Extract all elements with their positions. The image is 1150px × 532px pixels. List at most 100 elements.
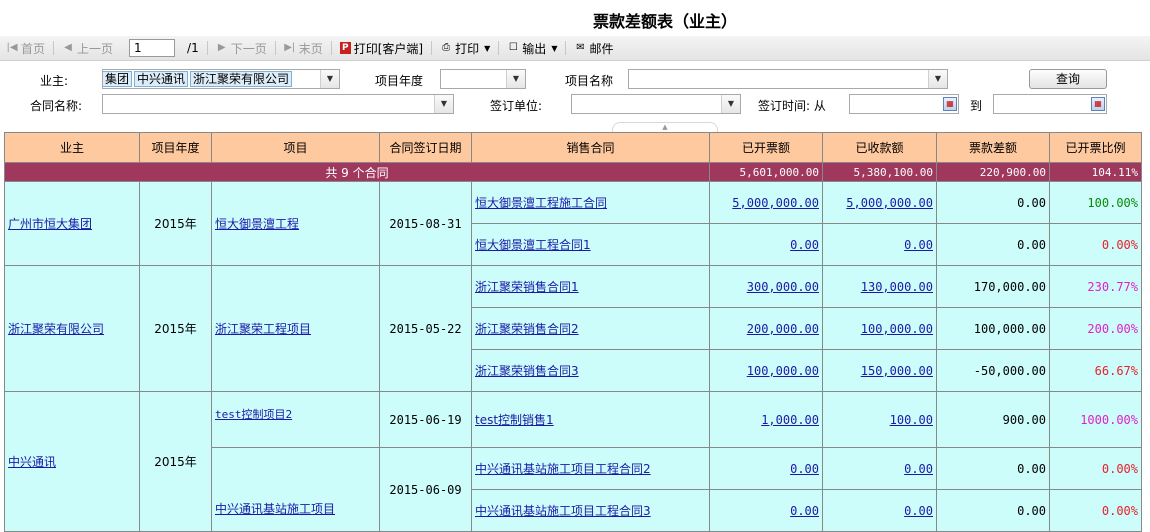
- calendar-icon[interactable]: ▦: [943, 97, 957, 111]
- received-cell[interactable]: 100.00: [822, 391, 937, 448]
- received-cell[interactable]: 100,000.00: [822, 307, 937, 350]
- contract-link[interactable]: 中兴通讯基站施工项目工程合同3: [475, 504, 651, 518]
- contract-link[interactable]: 浙江聚荣销售合同2: [475, 322, 579, 336]
- received-cell[interactable]: 150,000.00: [822, 349, 937, 392]
- invoiced-link[interactable]: 300,000.00: [747, 280, 819, 294]
- owner-tag[interactable]: 浙江聚荣有限公司: [190, 71, 293, 87]
- contract-name-select[interactable]: ▼: [102, 94, 454, 114]
- chevron-down-icon[interactable]: ▼: [434, 95, 453, 113]
- project-link[interactable]: test控制项目2: [215, 408, 292, 421]
- invoiced-cell[interactable]: 100,000.00: [709, 349, 823, 392]
- contract-cell[interactable]: 恒大御景澶工程施工合同: [471, 181, 710, 224]
- contract-link[interactable]: 恒大御景澶工程施工合同: [475, 196, 607, 210]
- received-link[interactable]: 130,000.00: [861, 280, 933, 294]
- received-link[interactable]: 5,000,000.00: [846, 196, 933, 210]
- owner-link[interactable]: 浙江聚荣有限公司: [8, 322, 104, 336]
- invoiced-link[interactable]: 1,000.00: [761, 413, 819, 427]
- column-header[interactable]: 已收款额: [822, 132, 937, 163]
- received-cell[interactable]: 5,000,000.00: [822, 181, 937, 224]
- date-from-input[interactable]: ▦: [849, 94, 959, 114]
- signing-unit-select[interactable]: ▼: [571, 94, 741, 114]
- owner-link[interactable]: 广州市恒大集团: [8, 217, 92, 231]
- owner-cell[interactable]: 浙江聚荣有限公司: [4, 265, 140, 392]
- owner-link[interactable]: 中兴通讯: [8, 455, 56, 469]
- prev-page-button[interactable]: ◀ 上一页: [56, 40, 119, 57]
- contract-link[interactable]: 浙江聚荣销售合同3: [475, 364, 579, 378]
- print-client-button[interactable]: P 打印[客户端]: [334, 40, 429, 57]
- invoiced-link[interactable]: 0.00: [790, 238, 819, 252]
- project-cell[interactable]: 恒大御景澶工程: [211, 181, 380, 266]
- contract-cell[interactable]: 中兴通讯基站施工项目工程合同2: [471, 447, 710, 490]
- contract-cell[interactable]: 恒大御景澶工程合同1: [471, 223, 710, 266]
- contract-cell[interactable]: 浙江聚荣销售合同3: [471, 349, 710, 392]
- last-page-icon: ▶|: [284, 42, 296, 53]
- invoiced-cell[interactable]: 5,000,000.00: [709, 181, 823, 224]
- invoiced-link[interactable]: 200,000.00: [747, 322, 819, 336]
- owner-cell[interactable]: 中兴通讯: [4, 391, 140, 532]
- first-page-button[interactable]: |◀ 首页: [0, 40, 51, 57]
- received-link[interactable]: 0.00: [904, 504, 933, 518]
- invoiced-link[interactable]: 0.00: [790, 504, 819, 518]
- project-link[interactable]: 恒大御景澶工程: [215, 217, 299, 231]
- chevron-down-icon[interactable]: ▼: [721, 95, 740, 113]
- invoiced-cell[interactable]: 0.00: [709, 447, 823, 490]
- column-header[interactable]: 已开票比例: [1049, 132, 1142, 163]
- received-cell[interactable]: 0.00: [822, 447, 937, 490]
- project-cell[interactable]: 中兴通讯基站施工项目: [211, 447, 380, 532]
- print-button[interactable]: ⎙ 打印 ▼: [434, 40, 496, 57]
- collapse-filter-toggle[interactable]: ▲: [612, 122, 718, 132]
- owner-tag[interactable]: 中兴通讯: [134, 71, 189, 87]
- contract-link[interactable]: 浙江聚荣销售合同1: [475, 280, 579, 294]
- contract-cell[interactable]: test控制销售1: [471, 391, 710, 448]
- project-name-select[interactable]: ▼: [628, 69, 948, 89]
- invoiced-cell[interactable]: 300,000.00: [709, 265, 823, 308]
- invoiced-link[interactable]: 0.00: [790, 462, 819, 476]
- chevron-down-icon[interactable]: ▼: [928, 70, 947, 88]
- invoiced-link[interactable]: 5,000,000.00: [732, 196, 819, 210]
- invoiced-link[interactable]: 100,000.00: [747, 364, 819, 378]
- invoiced-cell[interactable]: 0.00: [709, 223, 823, 266]
- column-header[interactable]: 合同签订日期: [379, 132, 472, 163]
- received-link[interactable]: 100,000.00: [861, 322, 933, 336]
- column-header[interactable]: 票款差额: [936, 132, 1050, 163]
- project-cell[interactable]: 浙江聚荣工程项目: [211, 265, 380, 392]
- column-header[interactable]: 销售合同: [471, 132, 710, 163]
- contract-link[interactable]: 中兴通讯基站施工项目工程合同2: [475, 462, 651, 476]
- contract-cell[interactable]: 中兴通讯基站施工项目工程合同3: [471, 489, 710, 532]
- mail-button[interactable]: ✉ 邮件: [568, 40, 619, 57]
- received-link[interactable]: 0.00: [904, 238, 933, 252]
- contract-link[interactable]: test控制销售1: [475, 413, 554, 427]
- column-header[interactable]: 业主: [4, 132, 140, 163]
- query-button[interactable]: 查询: [1029, 69, 1107, 89]
- received-link[interactable]: 0.00: [904, 462, 933, 476]
- owner-cell[interactable]: 广州市恒大集团: [4, 181, 140, 266]
- owner-select[interactable]: 集团 中兴通讯 浙江聚荣有限公司 ▼: [102, 69, 340, 89]
- page-number-input[interactable]: [129, 39, 176, 57]
- invoiced-cell[interactable]: 0.00: [709, 489, 823, 532]
- invoiced-cell[interactable]: 200,000.00: [709, 307, 823, 350]
- column-header[interactable]: 项目年度: [139, 132, 212, 163]
- invoiced-cell[interactable]: 1,000.00: [709, 391, 823, 448]
- owner-tag[interactable]: 集团: [103, 71, 133, 87]
- received-cell[interactable]: 0.00: [822, 223, 937, 266]
- calendar-icon[interactable]: ▦: [1091, 97, 1105, 111]
- date-to-input[interactable]: ▦: [993, 94, 1107, 114]
- project-cell[interactable]: test控制项目2: [211, 391, 380, 448]
- export-button[interactable]: ☐ 输出 ▼: [501, 40, 563, 57]
- project-link[interactable]: 中兴通讯基站施工项目: [215, 502, 335, 516]
- received-link[interactable]: 150,000.00: [861, 364, 933, 378]
- received-cell[interactable]: 130,000.00: [822, 265, 937, 308]
- column-header[interactable]: 项目: [211, 132, 380, 163]
- chevron-down-icon[interactable]: ▼: [506, 70, 525, 88]
- received-cell[interactable]: 0.00: [822, 489, 937, 532]
- contract-link[interactable]: 恒大御景澶工程合同1: [475, 238, 591, 252]
- next-page-button[interactable]: ▶ 下一页: [210, 40, 273, 57]
- received-link[interactable]: 100.00: [890, 413, 933, 427]
- contract-cell[interactable]: 浙江聚荣销售合同2: [471, 307, 710, 350]
- last-page-button[interactable]: ▶| 末页: [278, 40, 329, 57]
- contract-cell[interactable]: 浙江聚荣销售合同1: [471, 265, 710, 308]
- column-header[interactable]: 已开票额: [709, 132, 823, 163]
- chevron-down-icon[interactable]: ▼: [320, 70, 339, 88]
- year-select[interactable]: ▼: [440, 69, 526, 89]
- project-link[interactable]: 浙江聚荣工程项目: [215, 322, 311, 336]
